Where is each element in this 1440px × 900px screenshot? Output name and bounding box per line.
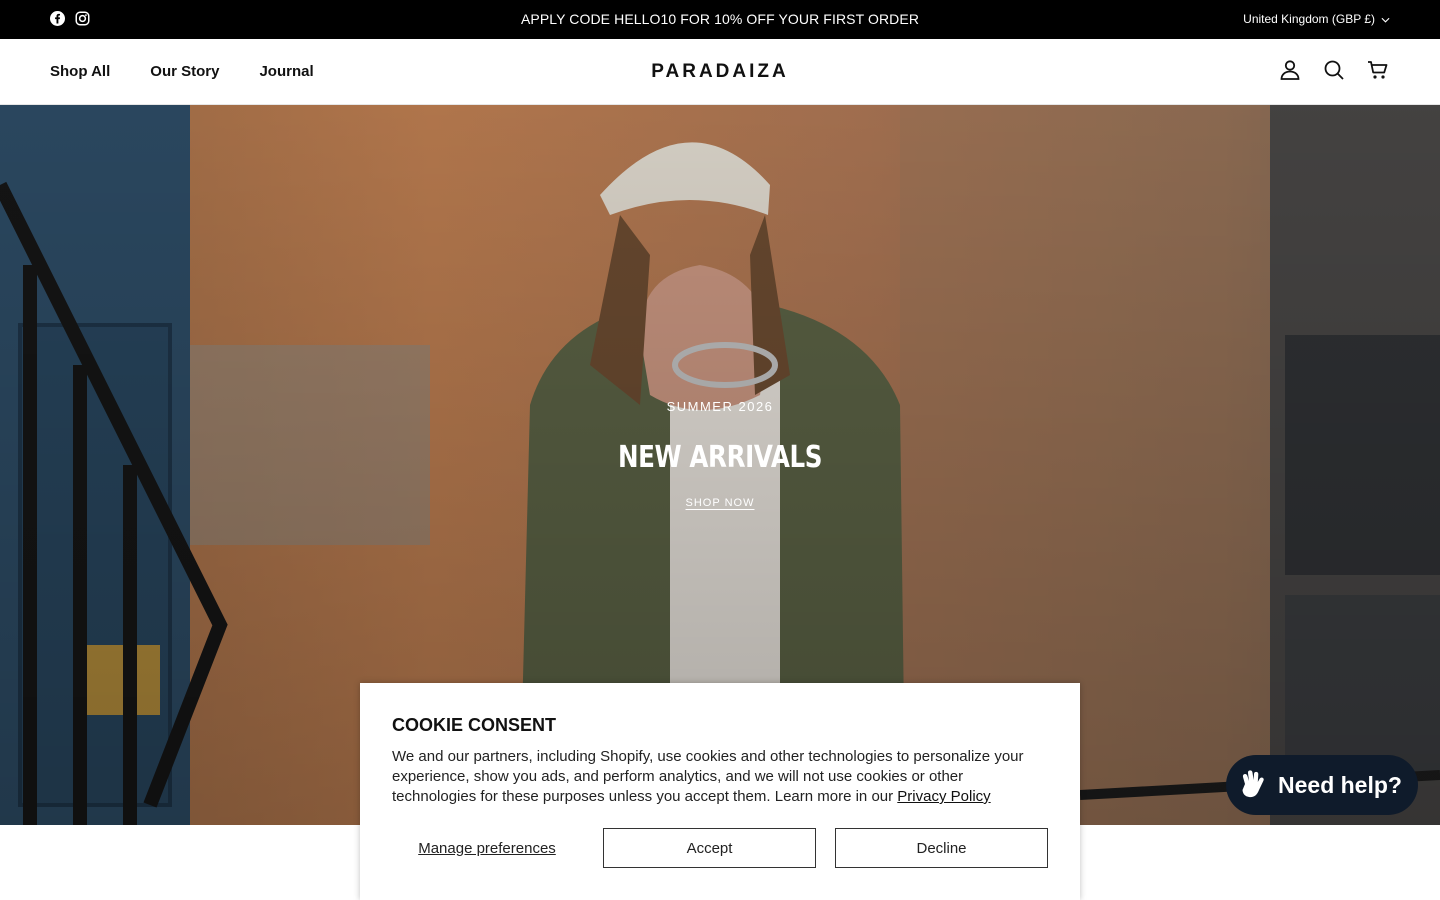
hero-eyebrow: SUMMER 2026 bbox=[666, 399, 774, 414]
chevron-down-icon bbox=[1381, 12, 1390, 26]
help-label: Need help? bbox=[1278, 771, 1402, 798]
locale-label: United Kingdom (GBP £) bbox=[1243, 12, 1375, 26]
cookie-actions: Manage preferences Accept Decline bbox=[392, 828, 1048, 868]
hero-copy: SUMMER 2026 NEW ARRIVALS SHOP NOW bbox=[0, 399, 1440, 511]
site-header: Shop All Our Story Journal PARADAIZA bbox=[0, 39, 1440, 105]
hero-title: NEW ARRIVALS bbox=[617, 440, 823, 475]
cookie-body: We and our partners, including Shopify, … bbox=[392, 747, 1042, 807]
cart-icon[interactable] bbox=[1366, 58, 1390, 82]
shop-now-link[interactable]: SHOP NOW bbox=[686, 497, 755, 509]
header-tools bbox=[1278, 58, 1390, 82]
cookie-title: COOKIE CONSENT bbox=[392, 715, 557, 735]
manage-preferences-button[interactable]: Manage preferences bbox=[392, 828, 582, 868]
account-icon[interactable] bbox=[1278, 58, 1302, 82]
promo-message: APPLY CODE HELLO10 FOR 10% OFF YOUR FIRS… bbox=[520, 11, 920, 27]
announcement-bar: APPLY CODE HELLO10 FOR 10% OFF YOUR FIRS… bbox=[0, 0, 1440, 39]
decline-button[interactable]: Decline bbox=[835, 828, 1048, 868]
privacy-policy-link[interactable]: Privacy Policy bbox=[897, 788, 990, 805]
help-chat-button[interactable]: Need help? bbox=[1226, 755, 1418, 815]
accept-button[interactable]: Accept bbox=[603, 828, 816, 868]
search-icon[interactable] bbox=[1322, 58, 1346, 82]
site-logo[interactable]: PARADAIZA bbox=[0, 61, 1440, 83]
waving-hand-icon bbox=[1236, 768, 1270, 802]
cookie-consent-banner: COOKIE CONSENT We and our partners, incl… bbox=[360, 683, 1080, 900]
locale-selector[interactable]: United Kingdom (GBP £) bbox=[1243, 12, 1390, 26]
